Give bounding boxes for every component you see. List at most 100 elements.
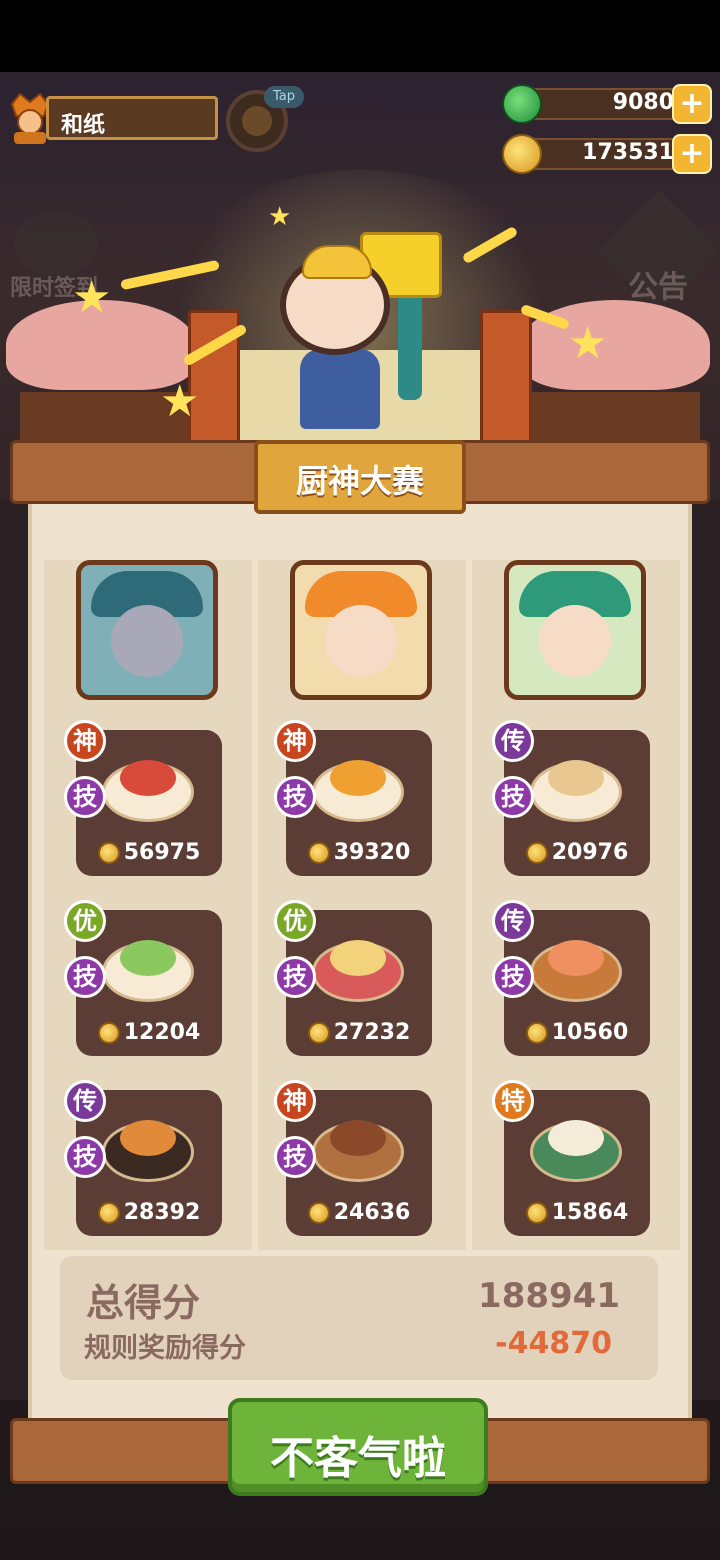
rank-badge: 传 xyxy=(492,720,534,762)
score-summary: 总得分 188941 规则奖励得分 -44870 xyxy=(60,1256,658,1380)
skill-badge: 技 xyxy=(492,776,534,818)
jade-icon xyxy=(502,84,542,124)
dish-score-row: 15864 xyxy=(504,1200,650,1230)
dish-score: 27232 xyxy=(333,1020,411,1045)
coin-icon xyxy=(97,841,120,864)
chef-portrait-jade[interactable] xyxy=(504,560,646,700)
rank-badge: 特 xyxy=(492,1080,534,1122)
dish-card[interactable]: 传 技 28392 xyxy=(64,1080,222,1236)
dish-score-row: 39320 xyxy=(286,840,432,870)
dish-food xyxy=(548,760,604,796)
star-icon: ★ xyxy=(268,202,292,232)
chef-portrait-wolf[interactable] xyxy=(76,560,218,700)
dish-score-row: 12204 xyxy=(76,1020,222,1050)
coin-icon xyxy=(525,1201,548,1224)
jade-currency: 9080 + xyxy=(502,84,712,124)
portrait-face xyxy=(111,605,183,677)
dish-score: 20976 xyxy=(551,840,629,865)
rank-badge: 优 xyxy=(64,900,106,942)
dish-food xyxy=(330,760,386,796)
skill-badge: 技 xyxy=(64,776,106,818)
dish-card[interactable]: 传 技 10560 xyxy=(492,900,650,1056)
dish-food xyxy=(120,940,176,976)
dish-score: 10560 xyxy=(551,1020,629,1045)
rank-badge: 神 xyxy=(274,1080,316,1122)
skill-badge: 技 xyxy=(274,1136,316,1178)
add-coin-button[interactable]: + xyxy=(672,134,712,174)
dish-food xyxy=(330,940,386,976)
coin-icon xyxy=(97,1201,120,1224)
dish-food xyxy=(330,1120,386,1156)
dish-card[interactable]: 神 技 56975 xyxy=(64,720,222,876)
player-card[interactable]: 和纸 xyxy=(6,90,220,146)
dish-score-row: 28392 xyxy=(76,1200,222,1230)
dish-card[interactable]: 神 技 24636 xyxy=(274,1080,432,1236)
coin-icon xyxy=(525,841,548,864)
chef-character xyxy=(280,245,420,435)
title-plaque: 厨神大赛 xyxy=(254,440,466,514)
dish-card[interactable]: 特 15864 xyxy=(492,1080,650,1236)
star-icon: ★ xyxy=(160,376,200,427)
portrait-face xyxy=(539,605,611,677)
coin-icon xyxy=(307,841,330,864)
notice-label: 公告 xyxy=(628,270,688,305)
gate-post-right xyxy=(480,310,532,446)
add-jade-button[interactable]: + xyxy=(672,84,712,124)
portrait-face xyxy=(325,605,397,677)
chef-crown xyxy=(302,245,372,279)
star-icon: ★ xyxy=(568,318,608,369)
coin-currency: 173531 + xyxy=(502,134,712,174)
dish-score-row: 10560 xyxy=(504,1020,650,1050)
rank-badge: 神 xyxy=(64,720,106,762)
coin-icon xyxy=(97,1021,120,1044)
coin-icon xyxy=(307,1201,330,1224)
dish-score: 24636 xyxy=(333,1200,411,1225)
coin-icon xyxy=(525,1021,548,1044)
chef-portrait-girl[interactable] xyxy=(290,560,432,700)
dish-card[interactable]: 优 技 27232 xyxy=(274,900,432,1056)
rank-badge: 优 xyxy=(274,900,316,942)
smiley-icon xyxy=(242,106,272,136)
confirm-button[interactable]: 不客气啦 xyxy=(228,1398,488,1496)
dish-score: 56975 xyxy=(123,840,201,865)
player-name: 和纸 xyxy=(61,113,106,138)
dish-card[interactable]: 优 技 12204 xyxy=(64,900,222,1056)
dish-card[interactable]: 神 技 39320 xyxy=(274,720,432,876)
dish-score: 39320 xyxy=(333,840,411,865)
sign-in-icon[interactable] xyxy=(14,214,98,274)
panel-title: 厨神大赛 xyxy=(295,462,424,500)
total-score-value: 188941 xyxy=(478,1276,620,1316)
dish-score: 12204 xyxy=(123,1020,201,1045)
dish-score-row: 24636 xyxy=(286,1200,432,1230)
dish-card[interactable]: 传 技 20976 xyxy=(492,720,650,876)
chef-body xyxy=(300,349,380,429)
dish-food xyxy=(548,1120,604,1156)
game-screen: 和纸 Tap 9080 + 173531 + 限时签到 14天 公告 ★ ★ ★ xyxy=(0,0,720,1560)
player-name-box: 和纸 xyxy=(46,96,218,140)
total-score-label: 总得分 xyxy=(86,1281,201,1325)
rule-bonus-value: -44870 xyxy=(495,1326,612,1361)
dish-score-row: 56975 xyxy=(76,840,222,870)
rule-bonus-label: 规则奖励得分 xyxy=(84,1333,246,1364)
rank-badge: 传 xyxy=(492,900,534,942)
confirm-button-label: 不客气啦 xyxy=(270,1433,446,1484)
dish-score-row: 27232 xyxy=(286,1020,432,1050)
dish-score: 15864 xyxy=(551,1200,629,1225)
skill-badge: 技 xyxy=(64,956,106,998)
dish-food xyxy=(120,1120,176,1156)
coin-icon xyxy=(502,134,542,174)
coin-amount: 173531 xyxy=(582,140,674,165)
dish-score-row: 20976 xyxy=(504,840,650,870)
jade-amount: 9080 xyxy=(612,90,674,115)
tap-badge: Tap xyxy=(264,86,304,108)
dish-score: 28392 xyxy=(123,1200,201,1225)
skill-badge: 技 xyxy=(274,776,316,818)
dish-food xyxy=(548,940,604,976)
skill-badge: 技 xyxy=(492,956,534,998)
dish-food xyxy=(120,760,176,796)
coin-icon xyxy=(307,1021,330,1044)
rank-badge: 传 xyxy=(64,1080,106,1122)
skill-badge: 技 xyxy=(64,1136,106,1178)
skill-badge: 技 xyxy=(274,956,316,998)
star-icon: ★ xyxy=(72,272,112,323)
